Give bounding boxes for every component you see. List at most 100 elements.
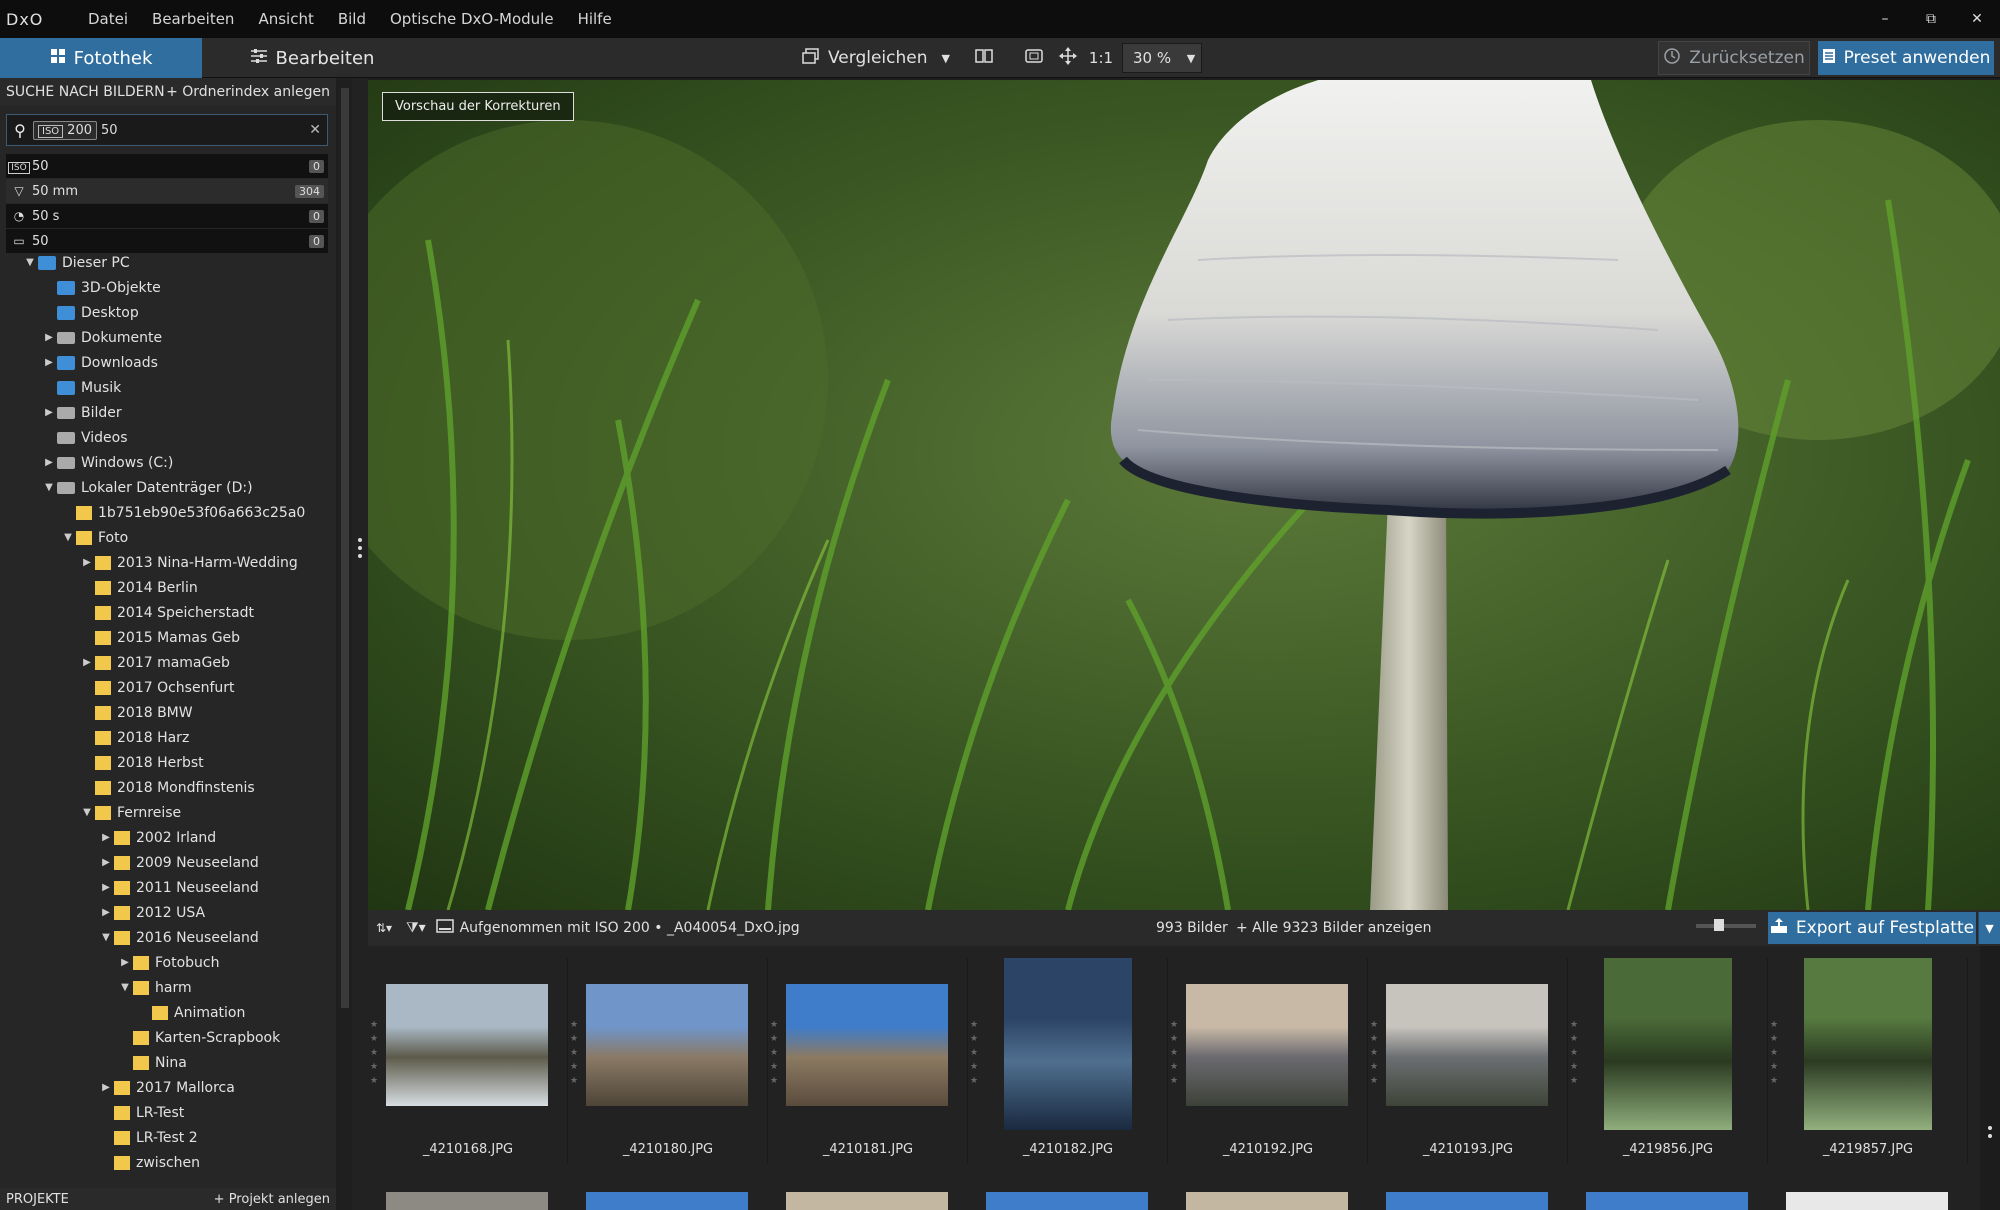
thumbnail[interactable]: ★ ★ ★ ★ ★ _4219857.JPG (1768, 958, 1968, 1164)
tree-node[interactable]: ▶ 2013 Nina-Harm-Wedding (79, 550, 298, 575)
expand-right-icon[interactable]: ▶ (98, 857, 114, 868)
thumbnail[interactable]: ★ ★ ★ ★ ★ _4210182.JPG (968, 958, 1168, 1164)
tree-node[interactable]: ▶ 2017 Mallorca (98, 1075, 235, 1100)
export-to-disk-button[interactable]: Export auf Festplatte (1768, 912, 1976, 944)
tree-node[interactable]: ▶ Windows (C:) (41, 450, 173, 475)
thumbnail-image[interactable] (1586, 1192, 1748, 1210)
tree-node[interactable]: ▶ 2009 Neuseeland (98, 850, 259, 875)
zoom-1to1-button[interactable]: 1:1 (1086, 43, 1116, 73)
expand-right-icon[interactable]: ▶ (98, 882, 114, 893)
expand-right-icon[interactable]: ▶ (41, 332, 57, 343)
menu-item-bearbeiten[interactable]: Bearbeiten (152, 10, 234, 28)
thumbnail[interactable]: ★ ★ ★ ★ ★ _4210168.JPG (368, 958, 568, 1164)
tree-node[interactable]: ▶ Bilder (41, 400, 122, 425)
show-all-images-link[interactable]: + Alle 9323 Bilder anzeigen (1236, 920, 1431, 936)
zoom-dropdown-icon[interactable]: ▼ (1182, 43, 1200, 73)
expand-down-icon[interactable]: ▼ (60, 532, 76, 543)
tree-node[interactable]: LR-Test 2 (98, 1125, 198, 1150)
tab-bearbeiten[interactable]: Bearbeiten (202, 38, 422, 78)
panel-splitter[interactable] (352, 78, 368, 1210)
expand-right-icon[interactable]: ▶ (98, 832, 114, 843)
tree-node[interactable]: Nina (117, 1050, 187, 1075)
add-project-button[interactable]: + Projekt anlegen (214, 1192, 330, 1207)
thumbnail-image[interactable] (386, 1192, 548, 1210)
search-input[interactable]: ⚲ ISO 200 50 ✕ (6, 114, 328, 146)
thumbnail-image[interactable] (586, 1192, 748, 1210)
tree-node[interactable]: LR-Test (98, 1100, 184, 1125)
rating-stars-icon[interactable]: ★ ★ ★ ★ ★ (370, 1018, 380, 1088)
tree-node[interactable]: Karten-Scrapbook (117, 1025, 280, 1050)
preview-corrections-button[interactable]: Vorschau der Korrekturen (382, 92, 574, 121)
menu-item-bild[interactable]: Bild (338, 10, 366, 28)
tree-node[interactable]: Musik (41, 375, 121, 400)
expand-down-icon[interactable]: ▼ (41, 482, 57, 493)
rating-stars-icon[interactable]: ★ ★ ★ ★ ★ (570, 1018, 580, 1088)
menu-item-optische-module[interactable]: Optische DxO-Module (390, 10, 554, 28)
expand-down-icon[interactable]: ▼ (22, 257, 38, 268)
chevron-down-icon[interactable]: ▼ (942, 52, 950, 65)
thumbnail[interactable]: ★ ★ ★ ★ ★ _4210193.JPG (1368, 958, 1568, 1164)
tree-node[interactable]: ▼ harm (117, 975, 191, 1000)
compare-button[interactable]: Vergleichen ▼ (796, 43, 956, 73)
expand-right-icon[interactable]: ▶ (98, 907, 114, 918)
tree-node[interactable]: 2018 Harz (79, 725, 189, 750)
expand-down-icon[interactable]: ▼ (98, 932, 114, 943)
apply-preset-button[interactable]: Preset anwenden (1818, 41, 1994, 75)
thumbnail[interactable]: ★ ★ ★ ★ ★ _4210192.JPG (1168, 958, 1368, 1164)
thumbnail-image[interactable] (1186, 1192, 1348, 1210)
expand-right-icon[interactable]: ▶ (41, 357, 57, 368)
menu-item-datei[interactable]: Datei (88, 10, 128, 28)
thumbnail[interactable]: ★ ★ ★ ★ ★ _4219856.JPG (1568, 958, 1768, 1164)
sort-icon[interactable]: ⇅▾ (376, 921, 392, 935)
expand-down-icon[interactable]: ▼ (79, 807, 95, 818)
tree-node[interactable]: 1b751eb90e53f06a663c25a0 (60, 500, 305, 525)
rating-stars-icon[interactable]: ★ ★ ★ ★ ★ (770, 1018, 780, 1088)
tree-node[interactable]: Desktop (41, 300, 139, 325)
expand-right-icon[interactable]: ▶ (79, 557, 95, 568)
sidebar-scrollbar[interactable] (338, 78, 352, 1210)
tree-node[interactable]: ▶ 2011 Neuseeland (98, 875, 259, 900)
tree-node[interactable]: ▼ Lokaler Datenträger (D:) (41, 475, 252, 500)
tree-node[interactable]: ▼ 2016 Neuseeland (98, 925, 259, 950)
rating-stars-icon[interactable]: ★ ★ ★ ★ ★ (1570, 1018, 1580, 1088)
search-suggestion[interactable]: ▽ 50 mm 304 (6, 179, 328, 203)
rating-stars-icon[interactable]: ★ ★ ★ ★ ★ (1770, 1018, 1780, 1088)
thumbnail-image[interactable] (786, 1192, 948, 1210)
restore-button[interactable]: ⧉ (1908, 0, 1954, 38)
add-folder-index-button[interactable]: + Ordnerindex anlegen (166, 84, 330, 100)
tree-node[interactable]: zwischen (98, 1150, 200, 1175)
thumbnail-image[interactable] (1386, 1192, 1548, 1210)
sidebar-scrollbar-thumb[interactable] (341, 88, 349, 1008)
minimize-button[interactable]: – (1862, 0, 1908, 38)
thumbnail[interactable]: ★ ★ ★ ★ ★ _4210181.JPG (768, 958, 968, 1164)
export-dropdown-icon[interactable]: ▼ (1978, 912, 2000, 944)
tree-node[interactable]: 2014 Berlin (79, 575, 198, 600)
tree-node[interactable]: ▶ Dokumente (41, 325, 162, 350)
tree-node[interactable]: 2018 Mondfinstenis (79, 775, 255, 800)
reset-button[interactable]: Zurücksetzen (1658, 41, 1810, 75)
thumbnail-image[interactable] (1786, 1192, 1948, 1210)
rating-stars-icon[interactable]: ★ ★ ★ ★ ★ (970, 1018, 980, 1088)
clear-search-icon[interactable]: ✕ (309, 122, 321, 138)
expand-right-icon[interactable]: ▶ (117, 957, 133, 968)
expand-right-icon[interactable]: ▶ (98, 1082, 114, 1093)
search-suggestion[interactable]: ISO 50 0 (6, 154, 328, 178)
thumbnail[interactable]: ★ ★ ★ ★ ★ _4210180.JPG (568, 958, 768, 1164)
rating-stars-icon[interactable]: ★ ★ ★ ★ ★ (1170, 1018, 1180, 1088)
tree-node[interactable]: ▶ Fotobuch (117, 950, 219, 975)
tree-node[interactable]: ▶ 2002 Irland (98, 825, 216, 850)
thumbnail-size-slider-handle[interactable] (1714, 919, 1724, 931)
fit-screen-button[interactable] (1020, 43, 1048, 73)
tree-node[interactable]: Videos (41, 425, 128, 450)
tree-node[interactable]: 3D-Objekte (41, 275, 161, 300)
filmstrip-scrollbar[interactable] (1980, 946, 2000, 1210)
expand-down-icon[interactable]: ▼ (117, 982, 133, 993)
expand-right-icon[interactable]: ▶ (79, 657, 95, 668)
image-viewer[interactable]: Vorschau der Korrekturen (368, 80, 2000, 910)
tree-node[interactable]: 2017 Ochsenfurt (79, 675, 235, 700)
tree-node[interactable]: ▶ 2017 mamaGeb (79, 650, 230, 675)
thumbnail-image[interactable] (986, 1192, 1148, 1210)
expand-right-icon[interactable]: ▶ (41, 457, 57, 468)
tree-node[interactable]: 2014 Speicherstadt (79, 600, 254, 625)
tree-node[interactable]: ▼ Dieser PC (22, 250, 129, 275)
